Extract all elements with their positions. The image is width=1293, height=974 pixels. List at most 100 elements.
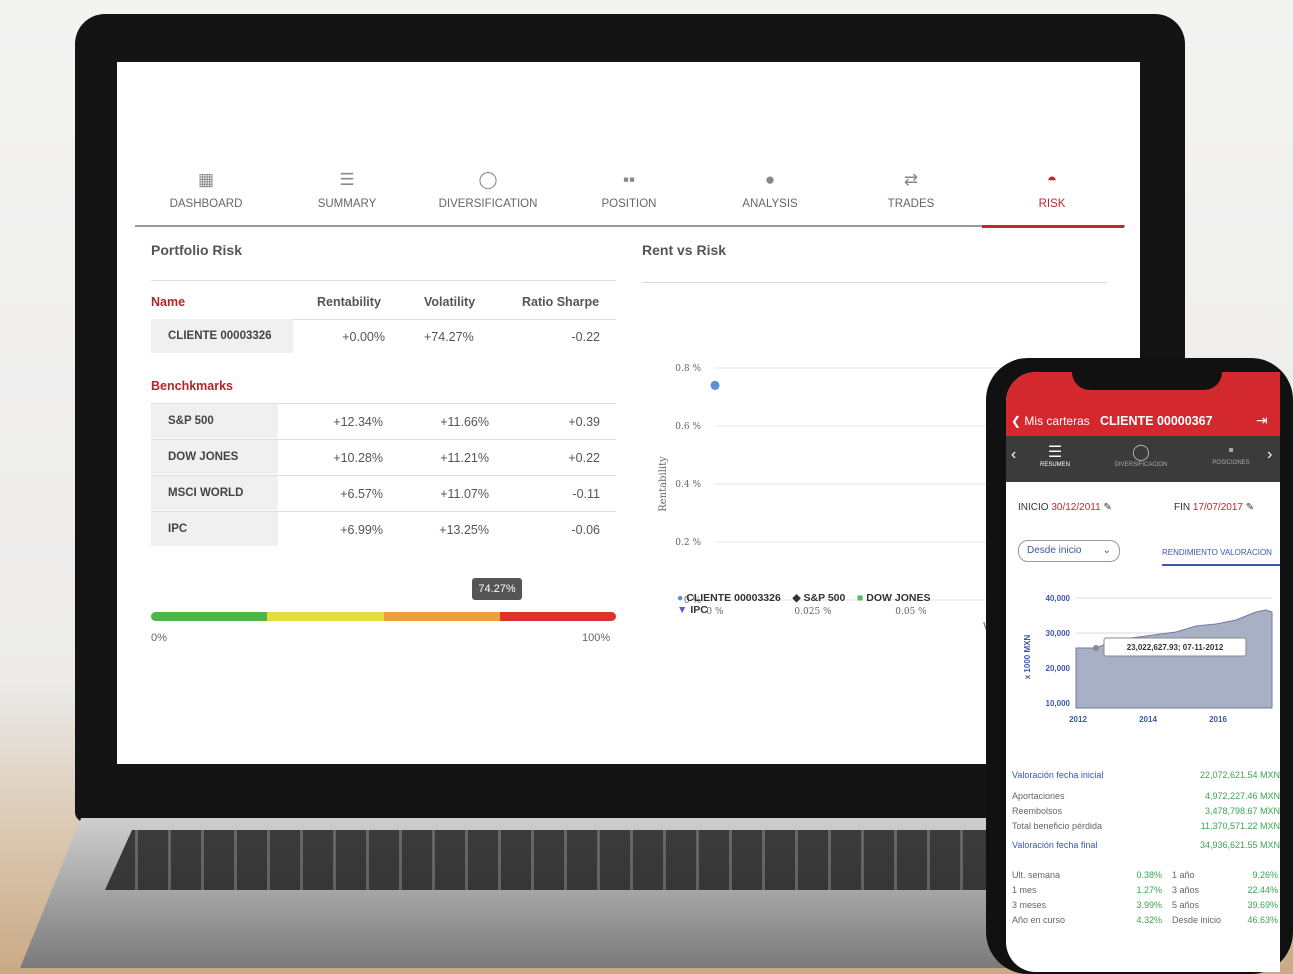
summary-label: Aportaciones (1012, 791, 1065, 801)
donut-icon: ◯ (478, 170, 498, 189)
tab-label: SUMMARY (317, 198, 377, 210)
view-tab-valoracion[interactable]: VALORACION (1220, 548, 1272, 557)
client-rentability: +0.00% (342, 330, 385, 344)
chevron-right-icon[interactable]: › (1267, 446, 1272, 464)
phone-notch (1072, 368, 1222, 390)
tab-risk[interactable]: ◓ RISK (982, 170, 1122, 210)
tab-label: DASHBOARD (169, 198, 243, 210)
y-tick-label: 40,000 (1046, 594, 1071, 603)
summary-value: 22,072,621.54 MXN (1199, 770, 1280, 780)
benchmark-name: DOW JONES (151, 440, 278, 474)
table-row: S&P 500 +12.34% +11.66% +0.39 (151, 404, 616, 440)
logout-icon[interactable]: ⇥ (1256, 412, 1268, 429)
benchmark-sharpe: -0.11 (572, 487, 600, 501)
tab-dashboard[interactable]: ▦ DASHBOARD (136, 170, 276, 210)
return-value: 39.69% (1247, 900, 1278, 910)
col-header-volatility: Volatility (424, 295, 476, 309)
back-button[interactable]: ❮ Mis carteras (1011, 414, 1090, 428)
col-header-rentability: Rentability (317, 295, 381, 309)
return-label: 1 año (1172, 870, 1195, 880)
table-row: IPC +6.99% +13.25% -0.06 (151, 512, 616, 548)
summary-row: Reembolsos 3,478,798.67 MXN (1012, 806, 1280, 821)
area-series (1075, 609, 1273, 709)
tab-diversification[interactable]: ◯ DIVERSIFICATION (418, 170, 558, 210)
table-row: MSCI WORLD +6.57% +11.07% -0.11 (151, 476, 616, 512)
summary-label: Total beneficio pérdida (1012, 821, 1103, 831)
phone-tab-resumen[interactable]: ☰ RESUMEN (1030, 442, 1080, 468)
tab-analysis[interactable]: ● ANALYSIS (700, 170, 840, 210)
view-tab-rendimiento[interactable]: RENDIMIENTO (1162, 548, 1218, 557)
returns-left: Ult. semana 0.38% 1 mes 1.27% 3 meses 3.99% Añ… (1012, 870, 1162, 930)
laptop-keyboard (105, 830, 1005, 890)
summary-row: Aportaciones 4,972,227.46 MXN (1012, 791, 1280, 806)
portfolio-risk-title: Portfolio Risk (151, 242, 243, 258)
benchmark-name: IPC (151, 512, 278, 546)
summary-row: Valoración fecha inicial 22,072,621.54 MX… (1012, 770, 1280, 785)
return-value: 9.26% (1252, 870, 1278, 880)
date-start[interactable]: INICIO 30/12/2011 ✎ (1018, 502, 1112, 513)
phone-tab-posiciones[interactable]: ▪ POSICIONES (1201, 442, 1261, 466)
return-row: Año en curso 4.32% (1012, 915, 1162, 930)
blocks-icon: ▪ (1228, 442, 1234, 459)
client-name: CLIENTE 00003326 (151, 319, 293, 353)
return-row: Ult. semana 0.38% (1012, 870, 1162, 885)
tab-divider (135, 225, 1125, 227)
chevron-down-icon: ⌄ (1102, 545, 1111, 556)
chevron-left-icon[interactable]: ‹ (1011, 446, 1016, 464)
tab-label: RESUMEN (1039, 462, 1070, 468)
benchmark-sharpe: +0.39 (568, 415, 600, 429)
benchmark-rentability: +10.28% (333, 451, 383, 465)
tab-label: ANALYSIS (742, 198, 798, 210)
divider (151, 280, 616, 281)
benchmark-sharpe: +0.22 (568, 451, 600, 465)
summary-list: Valoración fecha inicial 22,072,621.54 MX… (1012, 770, 1280, 855)
y-axis-label: x 1000 MXN (1023, 635, 1032, 680)
summary-label: Reembolsos (1012, 806, 1063, 816)
y-tick-label: 0.8 % (675, 364, 701, 374)
tab-trades[interactable]: ⇄ TRADES (841, 170, 981, 210)
summary-value: 11,370,571.22 MXN (1200, 821, 1280, 831)
risk-gauge-bar (151, 612, 616, 621)
select-value: Desde inicio (1027, 545, 1082, 556)
view-tabs: RENDIMIENTO VALORACION (1162, 548, 1272, 557)
tab-summary[interactable]: ☰ SUMMARY (277, 170, 417, 210)
return-value: 22.44% (1247, 885, 1278, 895)
benchmark-volatility: +11.07% (440, 487, 489, 501)
return-label: 5 años (1172, 900, 1200, 910)
y-tick-label: 30,000 (1046, 629, 1071, 638)
exchange-icon: ⇄ (903, 170, 919, 189)
legend-ipc[interactable]: ▼ IPC (677, 604, 708, 616)
tab-position[interactable]: ▪▪ POSITION (559, 170, 699, 210)
col-header-sharpe: Ratio Sharpe (522, 295, 600, 309)
benchmark-rentability: +6.99% (340, 523, 383, 537)
back-label: Mis carteras (1024, 414, 1090, 428)
tab-active-indicator (982, 225, 1124, 228)
pin-icon: ✎ (1103, 502, 1112, 513)
x-tick-label: 2016 (1209, 715, 1227, 722)
legend-client[interactable]: ● CLIENTE 00003326 (677, 592, 781, 604)
return-value: 0.38% (1136, 870, 1162, 880)
return-row: Desde inicio 46.63% (1172, 915, 1278, 930)
return-label: 1 mes (1012, 885, 1037, 895)
view-tab-indicator (1162, 564, 1280, 566)
benchmarks-table: S&P 500 +12.34% +11.66% +0.39 DOW JONES … (151, 404, 616, 548)
date-end[interactable]: FIN 17/07/2017 ✎ (1174, 502, 1254, 513)
risk-gauge-tooltip: 74.27% (472, 578, 522, 600)
gauge-icon: ◓ (1046, 170, 1058, 189)
phone-tab-diversificacion[interactable]: ◯ DIVERSIFICACION (1106, 442, 1176, 468)
donut-icon: ◯ (1132, 444, 1150, 461)
returns-right: 1 año 9.26% 3 años 22.44% 5 años 39.69% Desde … (1172, 870, 1278, 930)
legend-dowjones[interactable]: ■ DOW JONES (857, 592, 930, 604)
summary-row: Total beneficio pérdida 11,370,571.22 MXN (1012, 821, 1280, 836)
legend-sp500[interactable]: ◆ S&P 500 (793, 592, 846, 604)
col-header-name: Name (151, 295, 186, 309)
benchmark-volatility: +11.66% (440, 415, 489, 429)
list-icon: ☰ (1047, 444, 1063, 461)
client-sharpe: -0.22 (571, 330, 601, 344)
y-tick-label: 10,000 (1046, 699, 1071, 708)
period-select[interactable]: Desde inicio ⌄ (1018, 540, 1120, 562)
benchmark-volatility: +13.25% (439, 523, 489, 537)
benchmark-volatility: +11.21% (440, 451, 489, 465)
return-label: Año en curso (1012, 915, 1066, 925)
return-row: 3 años 22.44% (1172, 885, 1278, 900)
